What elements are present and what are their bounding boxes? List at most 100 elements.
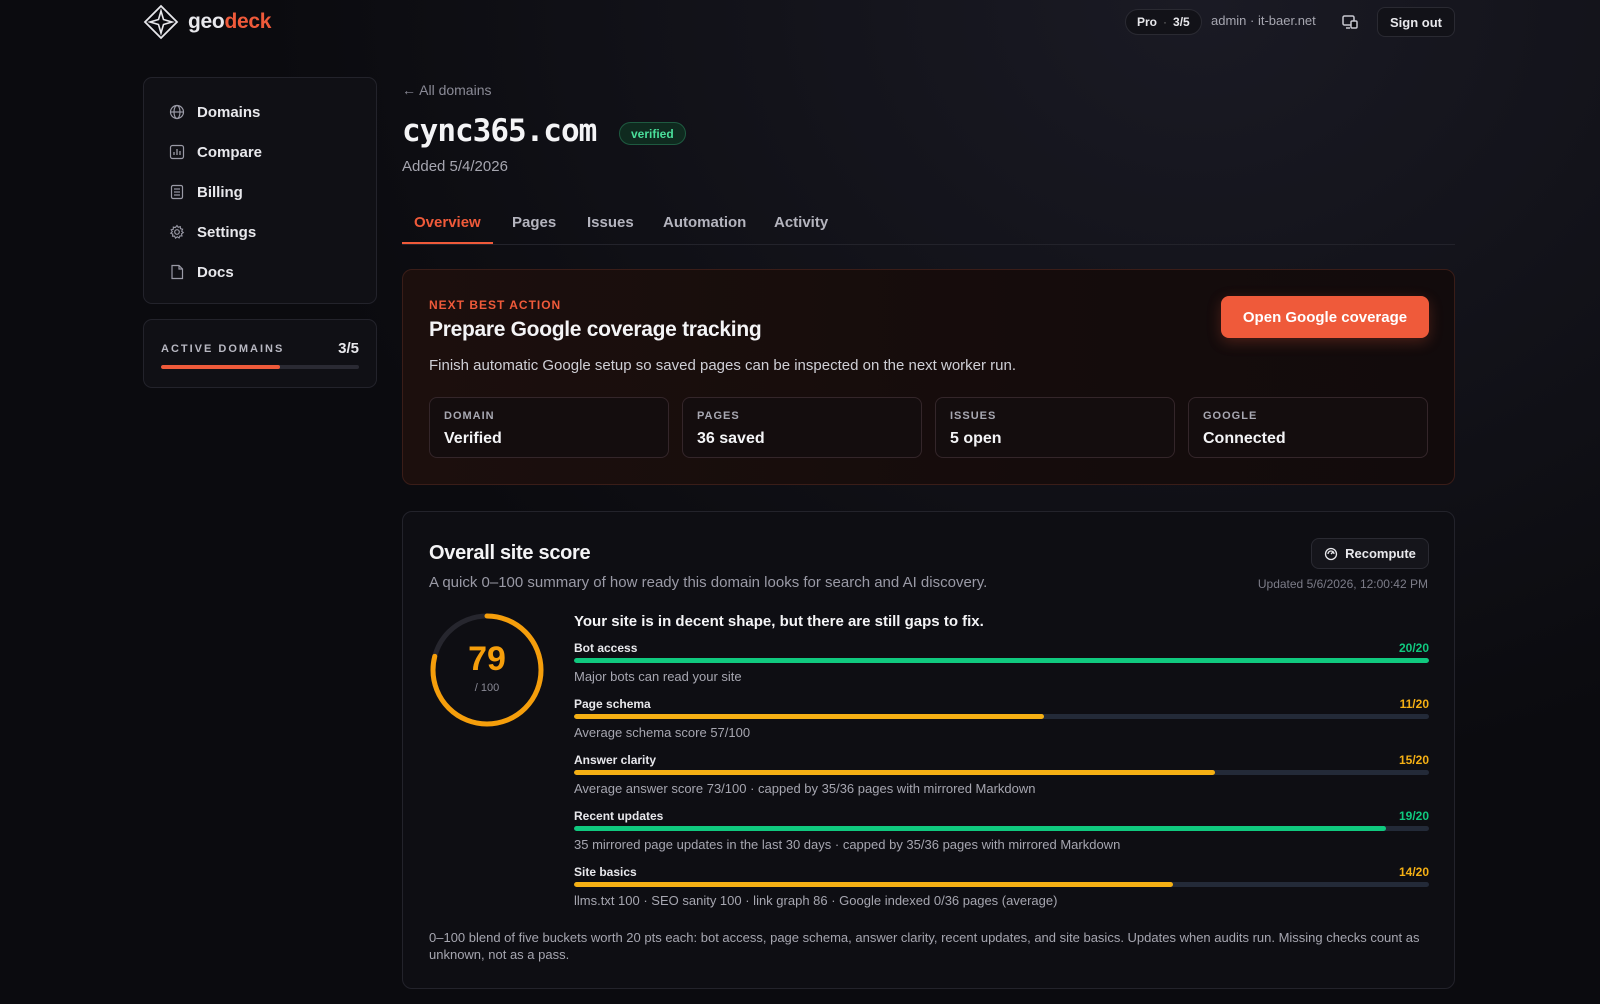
bucket-score: 20/20 [1398,641,1429,655]
score-headline: Your site is in decent shape, but there … [574,613,984,630]
site-score-card: Overall site score A quick 0–100 summary… [402,511,1455,989]
globe-icon [169,104,185,120]
sidebar-item-label: Settings [197,223,257,241]
user-account: admin · it-baer.net [1211,13,1316,28]
bucket-answer-clarity: Answer clarity 15/20 Average answer scor… [574,753,1429,805]
sidebar-item-docs[interactable]: Docs [144,252,376,292]
page-title: cync365.com [402,113,597,149]
bucket-progress-fill [574,714,1045,719]
bucket-progress-fill [574,882,1173,887]
recompute-button[interactable]: Recompute [1311,538,1429,569]
document-icon [169,264,185,280]
stat-label: GOOGLE [1203,410,1258,422]
score-value: 79 [468,640,506,678]
stat-value: Connected [1203,430,1286,447]
plan-usage: 3/5 [1173,15,1190,29]
bucket-site-basics: Site basics 14/20 llms.txt 100 · SEO san… [574,865,1429,917]
site-score-title: Overall site score [429,542,591,564]
active-domains-card: ACTIVE DOMAINS 3/5 [143,319,377,388]
sidebar-item-settings[interactable]: Settings [144,212,376,252]
tab-pages[interactable]: Pages [512,208,556,244]
bucket-description: Major bots can read your site [574,669,742,684]
stat-pages: PAGES 36 saved [682,397,922,458]
site-score-subtitle: A quick 0–100 summary of how ready this … [429,574,988,591]
bucket-score: 15/20 [1398,753,1429,767]
plan-badge[interactable]: Pro · 3/5 [1125,9,1202,35]
theme-toggle-button[interactable] [1339,11,1361,33]
active-domains-progress-fill [161,365,280,369]
bucket-progress [574,882,1429,887]
sidebar-item-compare[interactable]: Compare [144,132,376,172]
sidebar-item-label: Billing [197,183,243,201]
brand-name-part2: deck [224,10,272,33]
refresh-icon [1324,547,1338,560]
back-to-domains-link[interactable]: ← All domains [402,82,491,98]
open-google-coverage-button[interactable]: Open Google coverage [1221,296,1429,338]
sign-out-button[interactable]: Sign out [1377,7,1455,37]
bucket-name: Recent updates [574,809,664,823]
bucket-name: Page schema [574,697,651,711]
sidebar-nav: Domains Compare Billing Settings Docs [143,77,377,304]
sidebar-item-label: Docs [197,263,234,281]
recompute-label: Recompute [1345,546,1416,561]
active-domains-progress [161,365,359,369]
score-footnote: 0–100 blend of five buckets worth 20 pts… [429,930,1420,962]
stat-label: DOMAIN [444,410,495,422]
active-domains-count: 3/5 [338,340,359,357]
bucket-progress [574,826,1429,831]
bucket-progress-fill [574,826,1387,831]
next-action-title: Prepare Google coverage tracking [429,318,762,341]
bucket-progress [574,770,1429,775]
score-max: / 100 [474,682,500,694]
bucket-page-schema: Page schema 11/20 Average schema score 5… [574,697,1429,749]
added-date: Added 5/4/2026 [402,158,508,175]
bucket-description: llms.txt 100 · SEO sanity 100 · link gra… [574,893,1058,908]
receipt-icon [169,184,185,200]
status-badge: verified [619,122,686,145]
stat-label: ISSUES [950,410,997,422]
bucket-name: Site basics [574,865,637,879]
stat-issues: ISSUES 5 open [935,397,1175,458]
sidebar-item-domains[interactable]: Domains [144,92,376,132]
bucket-recent-updates: Recent updates 19/20 35 mirrored page up… [574,809,1429,861]
monitor-icon [1342,15,1358,29]
stat-value: 5 open [950,430,1002,447]
top-bar: geodeck Pro · 3/5 admin · it-baer.net Si… [0,0,1600,45]
domain-tabs: Overview Pages Issues Automation Activit… [402,208,1455,245]
stat-domain: DOMAIN Verified [429,397,669,458]
tab-automation[interactable]: Automation [663,208,746,244]
active-domains-label: ACTIVE DOMAINS [161,343,285,355]
tab-overview[interactable]: Overview [402,208,493,244]
tab-activity[interactable]: Activity [774,208,828,244]
next-best-action-card: NEXT BEST ACTION Prepare Google coverage… [402,269,1455,485]
brand-logo[interactable]: geodeck [143,4,271,40]
bucket-score: 14/20 [1398,865,1429,879]
bucket-name: Answer clarity [574,753,657,767]
sidebar-item-label: Compare [197,143,263,161]
chart-icon [169,144,185,160]
brand-name: geodeck [188,10,271,34]
bucket-name: Bot access [574,641,638,655]
bucket-description: 35 mirrored page updates in the last 30 … [574,837,1121,852]
next-action-kicker: NEXT BEST ACTION [429,298,562,312]
separator-dot: · [1163,15,1168,29]
bucket-progress [574,658,1429,663]
bucket-score: 11/20 [1399,697,1429,711]
logo-mark-icon [143,4,179,40]
updated-timestamp: Updated 5/6/2026, 12:00:42 PM [1257,577,1428,591]
bucket-progress [574,714,1429,719]
bucket-progress-fill [574,770,1216,775]
bucket-score: 19/20 [1398,809,1429,823]
next-action-description: Finish automatic Google setup so saved p… [429,357,1017,374]
bucket-bot-access: Bot access 20/20 Major bots can read you… [574,641,1429,693]
stat-google: GOOGLE Connected [1188,397,1428,458]
stat-value: 36 saved [697,430,765,447]
bucket-progress-fill [574,658,1429,663]
tab-issues[interactable]: Issues [587,208,634,244]
sidebar-item-label: Domains [197,103,261,121]
brand-name-part1: geo [188,10,225,33]
bucket-description: Average schema score 57/100 [574,725,751,740]
plan-name: Pro [1137,15,1158,29]
gear-icon [169,224,185,240]
sidebar-item-billing[interactable]: Billing [144,172,376,212]
